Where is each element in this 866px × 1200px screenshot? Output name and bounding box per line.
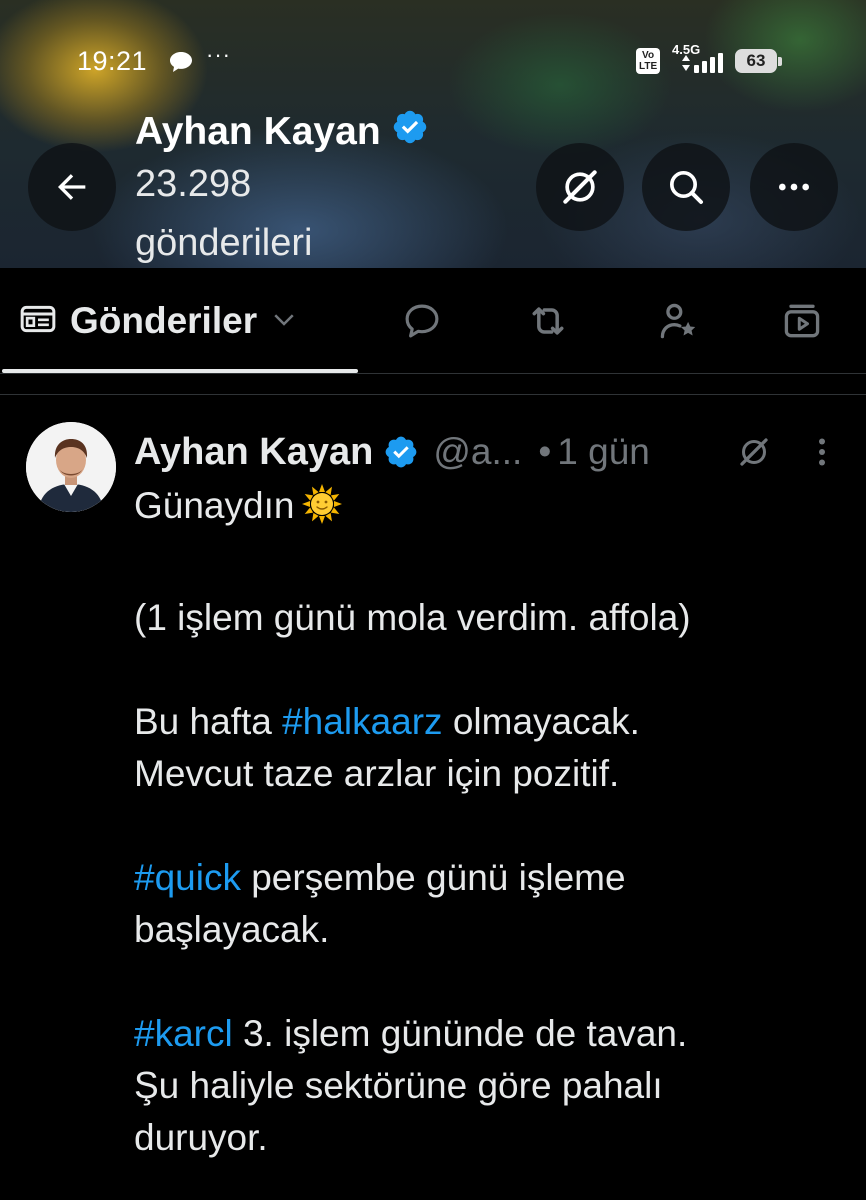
more-vertical-icon[interactable]	[814, 434, 830, 475]
tweet-header: Ayhan Kayan @a... • 1 gün	[134, 428, 650, 476]
search-icon	[670, 171, 703, 204]
verified-badge-icon	[383, 434, 419, 470]
tweet-line: (1 işlem günü mola verdim. affola)	[134, 592, 854, 644]
tweet-line: Bu hafta #halkaarz olmayacak.	[134, 696, 854, 748]
tweet-text-segment: (1 işlem günü mola verdim. affola)	[134, 597, 691, 638]
tab-posts[interactable]: Gönderiler	[18, 268, 358, 374]
separator-dot: •	[538, 431, 552, 472]
grok-icon	[563, 170, 597, 204]
back-button[interactable]	[28, 143, 116, 231]
person-star-icon	[660, 303, 696, 339]
status-overflow-icon: ···	[206, 42, 231, 67]
tweet-line: duruyor.	[134, 1112, 854, 1164]
tweet-line: #karcl 3. işlem gününde de tavan.	[134, 1008, 854, 1060]
tweet-text-segment: olmayacak.	[442, 701, 640, 742]
tweet-blank-line	[134, 956, 854, 1008]
tab-active-indicator	[2, 369, 358, 373]
tweet-text-segment: Şu haliyle sektörüne göre pahalı	[134, 1065, 663, 1106]
profile-tabs: Gönderiler	[0, 268, 866, 374]
post-count: 23.298	[135, 163, 252, 205]
chevron-down-icon	[269, 304, 299, 339]
tab-replies[interactable]	[380, 268, 464, 374]
profile-title: Ayhan Kayan	[135, 108, 429, 156]
tab-posts-label: Gönderiler	[70, 300, 258, 341]
media-icon	[784, 304, 820, 338]
profile-name: Ayhan Kayan	[135, 110, 381, 153]
signal-icon	[680, 52, 726, 79]
tweet-line: Mevcut taze arzlar için pozitif.	[134, 748, 854, 800]
tweet-blank-line	[134, 540, 854, 592]
tweet-line: başlayacak.	[134, 904, 854, 956]
grok-icon[interactable]	[736, 434, 772, 475]
post-count-label: gönderileri	[135, 222, 313, 264]
tab-media[interactable]	[760, 268, 844, 374]
tweet-author-name[interactable]: Ayhan Kayan	[134, 431, 373, 474]
tweet-text-segment: Günaydın	[134, 485, 295, 526]
tab-reposts[interactable]	[506, 268, 590, 374]
verified-badge-icon	[391, 108, 429, 156]
tab-spaces[interactable]	[636, 268, 720, 374]
repost-icon	[532, 307, 564, 335]
tweet-blank-line	[134, 644, 854, 696]
tweet-blank-line	[134, 800, 854, 852]
profile-banner: 19:21 ··· Vo LTE 4.5G 63 Ayhan Kayan 23.…	[0, 0, 866, 268]
divider	[0, 394, 866, 395]
hashtag-link[interactable]: #quick	[134, 857, 241, 898]
tweet-text-segment: duruyor.	[134, 1117, 268, 1158]
tweet-text-segment: başlayacak.	[134, 909, 330, 950]
tweet[interactable]: Ayhan Kayan @a... • 1 gün Günaydın (1 işl…	[0, 396, 866, 1200]
tweet-text-segment: 3. işlem gününde de tavan.	[232, 1013, 688, 1054]
posts-filter-icon	[18, 299, 58, 344]
tweet-text-segment: Bu hafta	[134, 701, 283, 742]
back-arrow-icon	[58, 174, 86, 200]
tweet-text-segment: perşembe günü işleme	[240, 857, 626, 898]
replies-icon	[405, 304, 439, 338]
tweet-timestamp[interactable]: 1 gün	[557, 431, 650, 473]
sun-emoji-icon	[300, 482, 344, 540]
status-bar: 19:21 ··· Vo LTE 4.5G 63	[0, 40, 866, 84]
tweet-text: Günaydın (1 işlem günü mola verdim. affol…	[134, 480, 854, 1164]
chat-notification-icon	[168, 50, 194, 79]
grok-button[interactable]	[536, 143, 624, 231]
status-time: 19:21	[77, 46, 148, 76]
hashtag-link[interactable]: #halkaarz	[282, 701, 442, 742]
more-options-button[interactable]	[750, 143, 838, 231]
hashtag-link[interactable]: #karcl	[134, 1013, 233, 1054]
more-horizontal-icon	[779, 183, 809, 191]
search-button[interactable]	[642, 143, 730, 231]
tweet-line: Günaydın	[134, 480, 854, 540]
avatar[interactable]	[26, 422, 116, 512]
tweet-text-segment: Mevcut taze arzlar için pozitif.	[134, 753, 620, 794]
tweet-line: Şu haliyle sektörüne göre pahalı	[134, 1060, 854, 1112]
tweet-author-handle[interactable]: @a...	[433, 431, 522, 473]
tweet-line: #quick perşembe günü işleme	[134, 852, 854, 904]
battery-icon: 63	[735, 49, 782, 73]
volte-icon: Vo LTE	[636, 48, 661, 74]
